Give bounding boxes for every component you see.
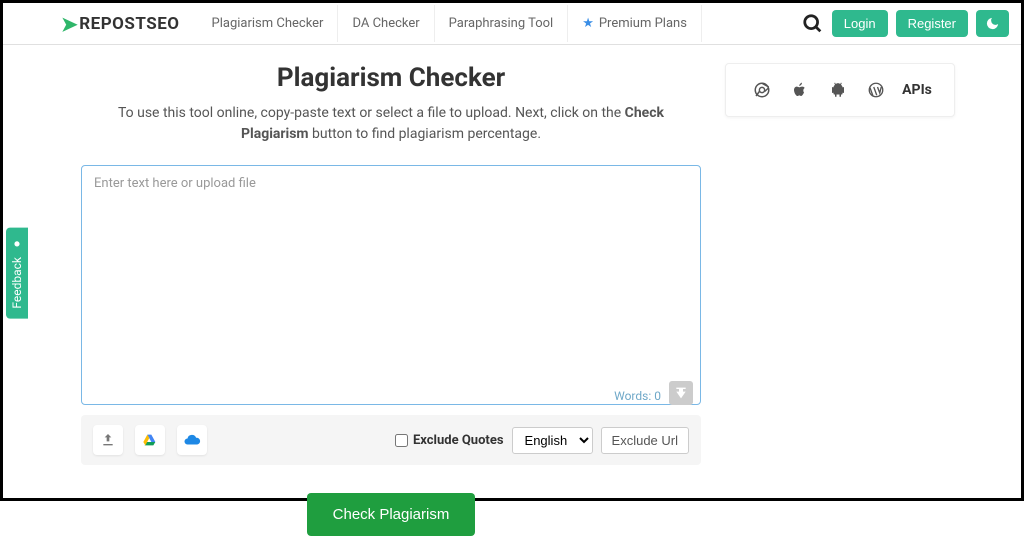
header: ➤ REPOSTSEO Plagiarism Checker DA Checke… — [3, 3, 1021, 45]
page-subtitle: To use this tool online, copy-paste text… — [81, 103, 701, 145]
nav-da-checker[interactable]: DA Checker — [338, 5, 434, 42]
feedback-label: Feedback — [10, 257, 24, 309]
page-title: Plagiarism Checker — [81, 63, 701, 93]
toolbar-right: Exclude Quotes English Exclude Url — [395, 427, 689, 454]
language-select[interactable]: English — [512, 427, 593, 454]
dark-mode-button[interactable] — [976, 10, 1009, 37]
toolbar: Exclude Quotes English Exclude Url — [81, 415, 701, 465]
logo[interactable]: ➤ REPOSTSEO — [61, 12, 180, 36]
text-input[interactable] — [81, 165, 701, 405]
content: Plagiarism Checker To use this tool onli… — [3, 45, 1021, 536]
logo-arrow-icon: ➤ — [61, 12, 78, 36]
register-button[interactable]: Register — [896, 10, 968, 37]
upload-icons — [93, 425, 207, 455]
exclude-url-button[interactable]: Exclude Url — [601, 427, 689, 454]
android-icon[interactable] — [824, 76, 852, 104]
nav-premium-label: Premium Plans — [599, 16, 687, 31]
nav-paraphrasing-tool[interactable]: Paraphrasing Tool — [435, 5, 569, 42]
star-icon: ★ — [582, 16, 594, 31]
sample-text-icon[interactable] — [669, 381, 693, 405]
exclude-quotes-wrap[interactable]: Exclude Quotes — [395, 433, 504, 448]
logo-text: REPOSTSEO — [79, 14, 179, 34]
wordpress-icon[interactable] — [862, 76, 890, 104]
feedback-tab[interactable]: Feedback ● — [6, 228, 28, 319]
nav: Plagiarism Checker DA Checker Paraphrasi… — [198, 5, 702, 42]
apis-link[interactable]: APIs — [902, 82, 932, 98]
google-drive-icon[interactable] — [135, 425, 165, 455]
search-icon[interactable] — [802, 13, 824, 35]
platforms-card: APIs — [725, 63, 955, 117]
nav-premium-plans[interactable]: ★ Premium Plans — [568, 5, 702, 42]
login-button[interactable]: Login — [832, 10, 888, 37]
cloud-upload-icon[interactable] — [177, 425, 207, 455]
chrome-icon[interactable] — [748, 76, 776, 104]
nav-plagiarism-checker[interactable]: Plagiarism Checker — [198, 5, 339, 42]
upload-file-icon[interactable] — [93, 425, 123, 455]
header-right: Login Register — [802, 10, 1009, 37]
exclude-quotes-checkbox[interactable] — [395, 434, 408, 447]
apple-icon[interactable] — [786, 76, 814, 104]
check-plagiarism-button[interactable]: Check Plagiarism — [307, 493, 476, 536]
main: Plagiarism Checker To use this tool onli… — [81, 63, 701, 536]
word-count: Words: 0 — [614, 389, 661, 403]
sidebar: APIs — [725, 63, 955, 536]
exclude-quotes-label: Exclude Quotes — [413, 433, 504, 448]
moon-icon — [985, 16, 1000, 31]
editor-wrap: Words: 0 — [81, 165, 701, 409]
chat-icon: ● — [10, 238, 24, 252]
